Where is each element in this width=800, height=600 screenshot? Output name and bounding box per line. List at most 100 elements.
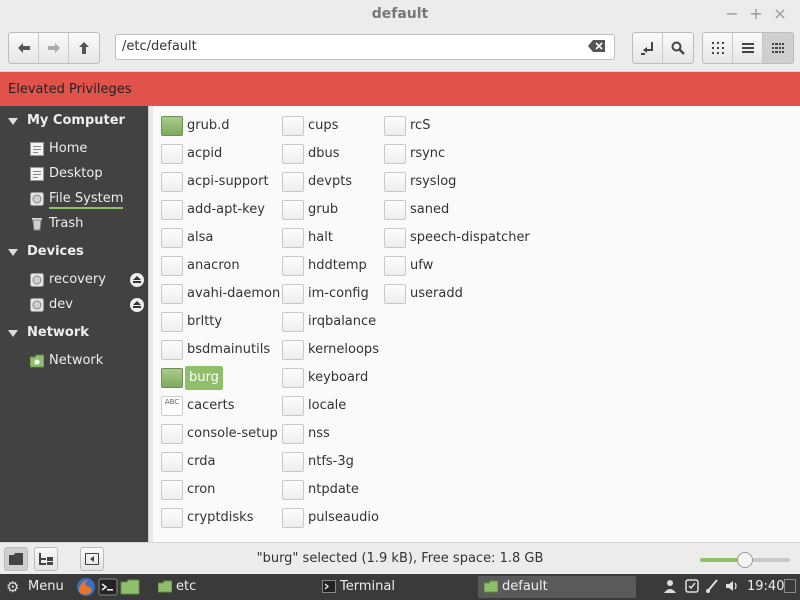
sidebar-section-network[interactable]: Network [0,322,89,344]
task-default[interactable]: default [478,576,636,598]
task-label: etc [176,579,197,594]
sidebar-item-desktop[interactable]: Desktop [28,163,146,185]
sidebar-item-dev[interactable]: dev [28,294,146,316]
file-icon [282,116,304,136]
file-item[interactable]: rcS [384,114,544,138]
file-icon [384,144,406,164]
file-item[interactable]: locale [282,394,380,418]
file-item[interactable]: useradd [384,282,544,306]
compact-view-button[interactable] [763,33,793,63]
eject-icon[interactable] [130,273,144,287]
minimize-icon[interactable]: − [722,4,742,24]
file-item[interactable]: bsdmainutils [161,338,271,362]
location-search-buttons [632,32,694,64]
file-item[interactable]: anacron [161,254,271,278]
menu-button[interactable]: ⚙ Menu [4,576,64,598]
file-name: ntpdate [308,482,359,497]
task-terminal[interactable]: Terminal [316,576,474,598]
forward-button[interactable] [39,33,69,63]
file-item[interactable]: brltty [161,310,271,334]
maximize-icon[interactable]: + [746,4,766,24]
file-item[interactable]: halt [282,226,380,250]
files-icon[interactable] [120,577,140,597]
update-manager-icon[interactable] [684,579,700,595]
file-item[interactable]: grub [282,198,380,222]
file-item[interactable]: ufw [384,254,544,278]
file-item[interactable]: devpts [282,170,380,194]
file-item[interactable]: hddtemp [282,254,380,278]
file-item[interactable]: console-setup [161,422,278,446]
clock[interactable]: 19:40 [747,579,784,594]
sidebar-item-recovery[interactable]: recovery [28,269,146,291]
user-icon[interactable] [662,579,678,595]
sidebar-item-trash[interactable]: Trash [28,213,146,235]
volume-icon[interactable] [724,579,740,595]
file-item[interactable]: irqbalance [282,310,380,334]
file-item[interactable]: cups [282,114,380,138]
expander-icon [8,118,18,125]
file-item[interactable]: ntpdate [282,478,380,502]
file-item[interactable]: acpid [161,142,271,166]
sidebar-item-home[interactable]: Home [28,138,146,160]
show-treeview-button[interactable] [34,547,58,571]
file-item[interactable]: rsync [384,142,544,166]
file-icon [282,396,304,416]
task-etc[interactable]: etc [152,576,310,598]
view-mode-buttons [702,32,794,64]
network-tray-icon[interactable] [704,579,720,595]
firefox-icon[interactable] [76,577,96,597]
sidebar-section-devices[interactable]: Devices [0,241,84,263]
file-icon [282,256,304,276]
search-button[interactable] [663,33,693,63]
show-places-button[interactable] [4,547,28,571]
eject-icon[interactable] [130,298,144,312]
file-item[interactable]: add-apt-key [161,198,271,222]
sidebar-section-my-computer[interactable]: My Computer [0,110,125,132]
clear-location-icon[interactable] [588,39,606,53]
toggle-location-button[interactable] [633,33,663,63]
sidebar-item-file-system[interactable]: File System [28,188,146,210]
file-item[interactable]: burg [161,366,271,390]
icon-view-icon [711,42,724,54]
sidebar: My Computer Home Desktop File System Tra… [0,106,148,542]
file-item[interactable]: im-config [282,282,380,306]
file-name: halt [308,230,333,245]
file-item[interactable]: nss [282,422,380,446]
show-desktop-icon[interactable] [782,579,798,595]
close-icon[interactable]: × [770,4,790,24]
file-item[interactable]: alsa [161,226,271,250]
file-item[interactable]: saned [384,198,544,222]
file-item[interactable]: rsyslog [384,170,544,194]
hide-sidebar-icon [85,553,99,565]
back-button[interactable] [9,33,39,63]
up-button[interactable] [69,33,99,63]
file-name: grub.d [187,118,230,133]
zoom-slider[interactable] [700,552,790,568]
terminal-icon[interactable] [98,577,118,597]
file-item[interactable]: kerneloops [282,338,380,362]
file-item[interactable]: dbus [282,142,380,166]
hide-sidebar-button[interactable] [80,547,104,571]
status-bar: "burg" selected (1.9 kB), Free space: 1.… [0,542,800,574]
file-item[interactable]: keyboard [282,366,380,390]
terminal-icon [322,580,336,593]
file-item[interactable]: pulseaudio [282,506,380,530]
file-item[interactable]: speech-dispatcher [384,226,544,250]
file-item[interactable]: ntfs-3g [282,450,380,474]
file-item[interactable]: crda [161,450,271,474]
file-item[interactable]: ABC cacerts [161,394,271,418]
list-view-button[interactable] [733,33,763,63]
file-item[interactable]: cryptdisks [161,506,271,530]
file-icon [282,284,304,304]
file-name: alsa [187,230,214,245]
zoom-slider-handle[interactable] [737,552,753,568]
folder-item[interactable]: grub.d [161,114,271,138]
file-name: grub [308,202,339,217]
sidebar-item-network[interactable]: Network [28,350,146,372]
file-item[interactable]: avahi-daemon [161,282,280,306]
file-item[interactable]: acpi-support [161,170,271,194]
icon-view-button[interactable] [703,33,733,63]
file-item[interactable]: cron [161,478,271,502]
file-icon [161,368,183,388]
location-bar[interactable]: /etc/default [115,34,615,60]
